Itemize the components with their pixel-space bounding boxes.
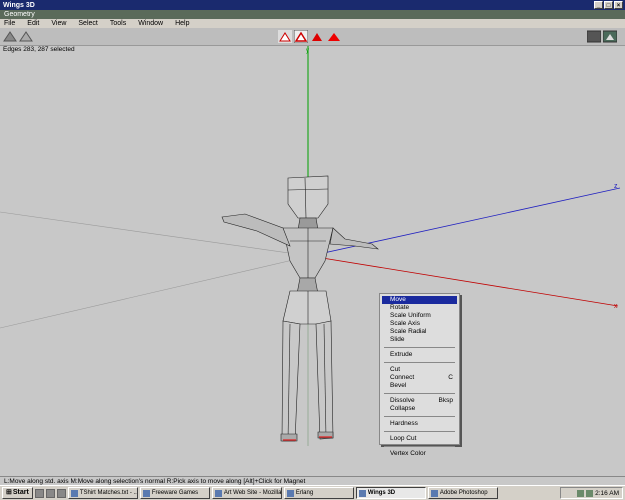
window-title: Wings 3D — [3, 1, 35, 9]
redo-icon[interactable] — [19, 30, 33, 43]
menu-bar: File Edit View Select Tools Window Help — [0, 19, 625, 28]
erlang-icon — [286, 489, 294, 497]
system-tray: 2:16 AM — [560, 487, 623, 499]
context-item-hardness[interactable]: Hardness — [382, 420, 457, 428]
menu-help[interactable]: Help — [175, 19, 189, 28]
x-axis-line — [309, 255, 619, 307]
context-item-rotate[interactable]: Rotate — [382, 304, 457, 312]
quick-launch-browser-icon[interactable] — [56, 488, 66, 498]
geometry-window-bar: Geometry — [0, 10, 625, 19]
context-item-shortcut: C — [448, 374, 453, 381]
svg-text:z: z — [614, 183, 618, 190]
menu-separator — [384, 347, 455, 348]
context-item-label: Connect — [390, 374, 415, 381]
task-adobe-photoshop[interactable]: Adobe Photoshop — [427, 487, 498, 499]
window-controls: _ □ × — [594, 1, 623, 9]
context-item-move[interactable]: Move — [382, 296, 457, 304]
grid-icon[interactable] — [587, 30, 601, 43]
wings-icon — [358, 489, 366, 497]
mozilla-icon — [214, 489, 222, 497]
taskbar: ⊞ Start TShirt Matches.txt - ... Freewar… — [0, 485, 625, 500]
context-item-vertex-color[interactable]: Vertex Color — [382, 450, 457, 458]
context-item-scale-radial[interactable]: Scale Radial — [382, 328, 457, 336]
character-mesh — [221, 175, 379, 442]
help-bar: L:Move along std. axis M:Move along sele… — [0, 476, 625, 485]
context-item-scale-axis[interactable]: Scale Axis — [382, 320, 457, 328]
geometry-label: Geometry — [4, 11, 35, 18]
task-tshirt-matches[interactable]: TShirt Matches.txt - ... — [67, 487, 138, 499]
clock: 2:16 AM — [595, 489, 619, 497]
context-item-label: Move — [390, 296, 406, 303]
photoshop-icon — [430, 489, 438, 497]
context-item-label: Cut — [390, 366, 401, 373]
folder-icon — [142, 489, 150, 497]
context-menu: Move Rotate Scale Uniform Scale Axis Scale R… — [379, 293, 460, 457]
context-item-label: Vertex Color — [390, 450, 426, 457]
context-item-label: Loop Cut — [390, 435, 417, 442]
menu-file[interactable]: File — [4, 19, 15, 28]
context-item-scale-uniform[interactable]: Scale Uniform — [382, 312, 457, 320]
context-item-shortcut: Bksp — [438, 397, 453, 404]
undo-icon[interactable] — [3, 30, 17, 43]
context-item-cut[interactable]: Cut — [382, 366, 457, 374]
notepad-icon — [70, 489, 78, 497]
network-icon[interactable] — [577, 489, 585, 497]
context-item-label: Extrude — [390, 351, 413, 358]
menu-separator — [384, 431, 455, 432]
toolbar — [0, 28, 625, 46]
context-item-label: Scale Axis — [390, 320, 420, 327]
context-item-loop-cut[interactable]: Loop Cut — [382, 435, 457, 443]
context-item-extrude[interactable]: Extrude — [382, 351, 457, 359]
menu-tools[interactable]: Tools — [110, 19, 126, 28]
volume-icon[interactable] — [586, 489, 594, 497]
z-axis-neg-line — [0, 255, 311, 329]
context-item-label: Bevel — [390, 382, 407, 389]
context-item-slide[interactable]: Slide — [382, 336, 457, 344]
menu-separator — [384, 362, 455, 363]
window-titlebar: Wings 3D _ □ × — [0, 0, 625, 10]
context-item-label: Slide — [390, 336, 405, 343]
vertex-mode-icon[interactable] — [278, 30, 292, 43]
menu-window[interactable]: Window — [138, 19, 163, 28]
task-wings-3d[interactable]: Wings 3D — [355, 487, 426, 499]
scene: z x y — [0, 46, 621, 446]
svg-text:y: y — [306, 48, 309, 54]
start-button[interactable]: ⊞ Start — [2, 487, 33, 499]
task-freeware-games[interactable]: Freeware Games — [139, 487, 210, 499]
edge-mode-icon[interactable] — [294, 30, 308, 43]
windows-logo-icon: ⊞ — [6, 489, 12, 496]
perspective-icon[interactable] — [603, 30, 617, 43]
maximize-button[interactable]: □ — [604, 1, 613, 9]
menu-separator — [384, 393, 455, 394]
menu-view[interactable]: View — [51, 19, 66, 28]
start-label: Start — [12, 489, 29, 496]
menu-select[interactable]: Select — [78, 19, 97, 28]
body-mode-icon[interactable] — [327, 30, 341, 43]
context-item-label: Hardness — [390, 420, 418, 427]
context-item-dissolve[interactable]: Dissolve Bksp — [382, 397, 457, 405]
task-art-web-site[interactable]: Art Web Site - Mozilla — [211, 487, 282, 499]
task-erlang[interactable]: Erlang — [283, 487, 354, 499]
context-item-label: Scale Radial — [390, 328, 427, 335]
menu-separator — [384, 416, 455, 417]
context-item-collapse[interactable]: Collapse — [382, 405, 457, 413]
close-button[interactable]: × — [614, 1, 623, 9]
face-mode-icon[interactable] — [310, 30, 324, 43]
context-item-label: Dissolve — [390, 397, 415, 404]
minimize-button[interactable]: _ — [594, 1, 603, 9]
context-item-label: Scale Uniform — [390, 312, 431, 319]
context-item-label: Collapse — [390, 405, 416, 412]
svg-text:x: x — [614, 303, 618, 310]
3d-viewport[interactable]: z x y — [0, 46, 625, 476]
context-item-connect[interactable]: Connect C — [382, 374, 457, 382]
context-item-label: Rotate — [390, 304, 410, 311]
quick-launch-explorer-icon[interactable] — [45, 488, 55, 498]
menu-separator — [384, 446, 455, 447]
quick-launch-desktop-icon[interactable] — [34, 488, 44, 498]
selection-status: Edges 283, 287 selected — [3, 46, 75, 53]
menu-edit[interactable]: Edit — [27, 19, 39, 28]
context-item-bevel[interactable]: Bevel — [382, 382, 457, 390]
